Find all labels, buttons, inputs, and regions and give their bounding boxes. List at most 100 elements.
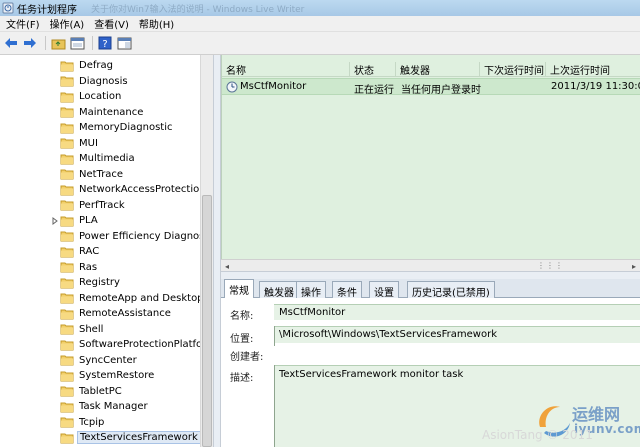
title-bar: 任务计划程序 关于你对Win7输入法的说明 - Windows Live Wri… xyxy=(0,0,640,16)
tree-item-label: Diagnosis xyxy=(79,75,128,87)
tree-item[interactable]: NetworkAccessProtection xyxy=(0,182,206,198)
tree-item-label: TabletPC xyxy=(79,385,122,397)
column-last-run[interactable]: 上次运行时间 xyxy=(546,62,640,77)
tree-item[interactable]: Diagnosis xyxy=(0,74,200,90)
tree-item[interactable]: SoftwareProtectionPlatform xyxy=(0,337,213,353)
column-status[interactable]: 状态 xyxy=(350,62,396,77)
tab-actions[interactable]: 操作 xyxy=(296,281,326,299)
task-icon xyxy=(226,81,238,93)
toolbar: ? xyxy=(0,32,640,55)
toolbar-separator xyxy=(92,36,93,50)
location-field[interactable]: \Microsoft\Windows\TextServicesFramework xyxy=(274,326,640,343)
back-button[interactable] xyxy=(3,35,19,51)
folder-icon xyxy=(60,385,74,397)
tree-item[interactable]: MemoryDiagnostic xyxy=(0,120,200,136)
tree-item-label: Shell xyxy=(79,323,104,335)
folder-icon xyxy=(60,122,74,134)
scroll-left-icon[interactable]: ◂ xyxy=(225,262,229,271)
expand-arrow-icon[interactable] xyxy=(51,213,58,228)
menu-help[interactable]: 帮助(H) xyxy=(139,16,174,31)
tree-item-label: Registry xyxy=(79,277,120,289)
horizontal-splitter[interactable] xyxy=(221,271,640,279)
tree-item[interactable]: Maintenance xyxy=(0,105,200,121)
menu-action[interactable]: 操作(A) xyxy=(50,16,85,31)
tree-item[interactable]: TextServicesFramework xyxy=(0,430,201,446)
folder-icon xyxy=(60,106,74,118)
folder-icon xyxy=(60,153,74,165)
scroll-right-icon[interactable]: ▸ xyxy=(632,262,636,271)
task-scheduler-icon xyxy=(2,2,14,14)
tree-item[interactable]: PerfTrack xyxy=(0,198,200,214)
svg-text:?: ? xyxy=(102,39,107,50)
tree-item[interactable]: Ras xyxy=(0,260,200,276)
tab-general[interactable]: 常规 xyxy=(224,279,254,299)
column-name[interactable]: 名称 xyxy=(222,62,350,77)
folder-icon xyxy=(60,215,74,227)
folder-icon xyxy=(60,370,74,382)
menu-view[interactable]: 查看(V) xyxy=(94,16,129,31)
description-divider xyxy=(274,365,275,447)
pane-splitter[interactable] xyxy=(213,55,221,447)
tree-item[interactable]: SyncCenter xyxy=(0,353,200,369)
tab-conditions[interactable]: 条件 xyxy=(332,281,362,299)
tree-item[interactable]: TabletPC xyxy=(0,384,200,400)
window-title: 任务计划程序 xyxy=(17,4,77,16)
library-tree: Defrag Diagnosis Location Maintenance Memory… xyxy=(0,55,213,447)
folder-icon xyxy=(60,277,74,289)
show-hide-tree-button[interactable] xyxy=(69,35,85,51)
help-button[interactable]: ? xyxy=(97,35,113,51)
tree-item[interactable]: Power Efficiency Diagnostic xyxy=(0,229,213,245)
tree-item[interactable]: MUI xyxy=(0,136,200,152)
folder-icon xyxy=(60,354,74,366)
tree-item[interactable]: Task Manager xyxy=(0,399,200,415)
menu-bar: 文件(F) 操作(A) 查看(V) 帮助(H) xyxy=(0,16,640,32)
folder-icon xyxy=(60,416,74,428)
tree-item[interactable]: Tcpip xyxy=(0,415,200,431)
tab-history[interactable]: 历史记录(已禁用) xyxy=(407,281,495,299)
tab-settings[interactable]: 设置 xyxy=(369,281,399,299)
tree-item[interactable]: RAC xyxy=(0,244,200,260)
folder-icon xyxy=(60,60,74,72)
up-folder-button[interactable] xyxy=(50,35,66,51)
location-divider xyxy=(274,326,275,346)
task-list-header: 名称 状态 触发器 下次运行时间 上次运行时间 xyxy=(222,61,640,77)
tree-item[interactable]: PLA xyxy=(0,213,200,229)
task-list-hscrollbar[interactable]: ◂ ⋮⋮⋮ ▸ xyxy=(221,259,640,271)
folder-icon xyxy=(60,261,74,273)
column-next-run[interactable]: 下次运行时间 xyxy=(480,62,546,77)
show-action-pane-button[interactable] xyxy=(116,35,132,51)
tree-item-label: Maintenance xyxy=(79,106,144,118)
tree-item-label: PLA xyxy=(79,215,98,227)
tree-item-label: SyncCenter xyxy=(79,354,137,366)
task-trigger: 当任何用户登录时 xyxy=(401,85,481,96)
tree-item[interactable]: SystemRestore xyxy=(0,368,200,384)
folder-icon xyxy=(60,401,74,413)
name-label: 名称: xyxy=(230,311,254,322)
folder-icon xyxy=(60,184,74,196)
task-last-run: 2011/3/19 11:30:05 xyxy=(551,81,640,92)
tree-item[interactable]: RemoteAssistance xyxy=(0,306,200,322)
name-field[interactable]: MsCtfMonitor xyxy=(274,304,640,320)
folder-icon xyxy=(60,75,74,87)
author-field[interactable] xyxy=(274,346,640,363)
menu-file[interactable]: 文件(F) xyxy=(6,16,40,31)
folder-icon xyxy=(60,199,74,211)
table-row[interactable]: MsCtfMonitor 正在运行 当任何用户登录时 2011/3/19 11:… xyxy=(222,78,640,96)
tree-item[interactable]: Shell xyxy=(0,322,200,338)
tree-item-label: Power Efficiency Diagnostic xyxy=(79,230,213,242)
column-trigger[interactable]: 触发器 xyxy=(396,62,480,77)
tree-scrollbar-thumb[interactable] xyxy=(202,195,212,447)
tree-item[interactable]: Registry xyxy=(0,275,200,291)
forward-button[interactable] xyxy=(22,35,38,51)
watermark: AsionTang © 2011 xyxy=(482,428,593,442)
description-label: 描述: xyxy=(230,373,254,384)
tree-item[interactable]: Multimedia xyxy=(0,151,200,167)
tab-triggers[interactable]: 触发器 xyxy=(259,281,299,299)
tree-scrollbar[interactable] xyxy=(200,55,213,447)
tree-item[interactable]: RemoteApp and Desktop C xyxy=(0,291,213,307)
tree-item[interactable]: Defrag xyxy=(0,58,200,74)
scroll-grip-icon: ⋮⋮⋮ xyxy=(537,261,564,270)
tree-item-label: MemoryDiagnostic xyxy=(79,122,173,134)
tree-item[interactable]: NetTrace xyxy=(0,167,200,183)
tree-item[interactable]: Location xyxy=(0,89,200,105)
